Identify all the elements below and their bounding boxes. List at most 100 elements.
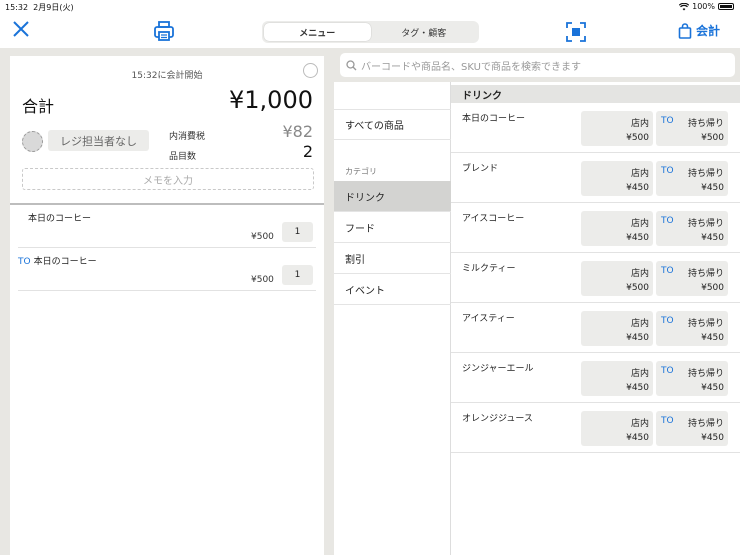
takeout-price: ¥450	[701, 433, 724, 443]
dine-in-button[interactable]: 店内 ¥450	[581, 161, 653, 196]
product-row: ジンジャーエール 店内 ¥450 TO 持ち帰り ¥450	[451, 353, 740, 403]
product-name: アイスコーヒー	[462, 214, 525, 224]
dine-in-label: 店内	[630, 119, 649, 129]
dine-in-button[interactable]: 店内 ¥450	[581, 361, 653, 396]
category-all[interactable]: すべての商品	[334, 109, 451, 140]
view-segmented-control: メニュー タグ・顧客	[262, 21, 479, 43]
takeout-label: 持ち帰り	[687, 119, 724, 129]
category-item[interactable]: ドリンク	[334, 181, 451, 212]
takeout-button[interactable]: TO 持ち帰り ¥500	[656, 111, 728, 146]
order-start-time: 15:32に会計開始	[131, 71, 203, 81]
takeout-button[interactable]: TO 持ち帰り ¥450	[656, 411, 728, 446]
dine-in-button[interactable]: 店内 ¥500	[581, 111, 653, 146]
search-placeholder: バーコードや商品名、SKUで商品を検索できます	[361, 61, 581, 73]
tax-label: 内消費税	[169, 132, 206, 142]
dine-in-button[interactable]: 店内 ¥450	[581, 411, 653, 446]
line-item-name: 本日のコーヒー	[28, 214, 92, 224]
product-row: アイスコーヒー 店内 ¥450 TO 持ち帰り ¥450	[451, 203, 740, 253]
category-item[interactable]: イベント	[334, 274, 451, 305]
line-item-name: TO 本日のコーヒー	[18, 257, 97, 267]
takeout-tag: TO	[661, 266, 674, 276]
order-select-radio[interactable]	[303, 63, 318, 78]
nav-bar: メニュー タグ・顧客 会計	[0, 14, 740, 48]
order-line-item[interactable]: 本日のコーヒー ¥500 1	[18, 205, 316, 248]
bag-icon	[678, 22, 692, 39]
takeout-tag: TO	[661, 116, 674, 126]
dine-in-label: 店内	[630, 419, 649, 429]
product-section-header: ドリンク	[451, 85, 740, 103]
takeout-button[interactable]: TO 持ち帰り ¥450	[656, 361, 728, 396]
status-time: 15:32 2月9日(火)	[5, 3, 74, 12]
takeout-tag: TO	[18, 257, 31, 267]
status-bar: 15:32 2月9日(火) 100%	[0, 0, 740, 14]
category-item[interactable]: 割引	[334, 243, 451, 274]
category-sidebar: すべての商品 カテゴリ ドリンク フード 割引 イベント	[334, 82, 451, 555]
product-row: ブレンド 店内 ¥450 TO 持ち帰り ¥450	[451, 153, 740, 203]
takeout-price: ¥450	[701, 383, 724, 393]
dine-in-button[interactable]: 店内 ¥500	[581, 261, 653, 296]
dine-in-price: ¥450	[626, 233, 649, 243]
product-name: ジンジャーエール	[462, 364, 534, 374]
takeout-label: 持ち帰り	[687, 319, 724, 329]
line-item-price: ¥500	[251, 232, 274, 242]
takeout-price: ¥450	[701, 183, 724, 193]
line-item-price: ¥500	[251, 275, 274, 285]
line-item-quantity[interactable]: 1	[282, 222, 313, 242]
category-item[interactable]: フード	[334, 212, 451, 243]
product-row: アイスティー 店内 ¥450 TO 持ち帰り ¥450	[451, 303, 740, 353]
product-row: ミルクティー 店内 ¥500 TO 持ち帰り ¥500	[451, 253, 740, 303]
takeout-button[interactable]: TO 持ち帰り ¥500	[656, 261, 728, 296]
search-icon	[346, 59, 357, 70]
dine-in-button[interactable]: 店内 ¥450	[581, 211, 653, 246]
battery-percent: 100%	[692, 2, 715, 11]
takeout-button[interactable]: TO 持ち帰り ¥450	[656, 211, 728, 246]
takeout-price: ¥450	[701, 333, 724, 343]
checkout-button[interactable]: 会計	[678, 22, 720, 39]
takeout-tag: TO	[661, 166, 674, 176]
total-label: 合計	[22, 97, 55, 116]
dine-in-price: ¥450	[626, 383, 649, 393]
dine-in-price: ¥500	[626, 133, 649, 143]
segment-menu[interactable]: メニュー	[264, 23, 371, 41]
dine-in-price: ¥450	[626, 333, 649, 343]
product-name: ミルクティー	[462, 264, 516, 274]
dine-in-label: 店内	[630, 319, 649, 329]
dine-in-price: ¥450	[626, 183, 649, 193]
total-value: ¥1,000	[229, 86, 313, 114]
takeout-tag: TO	[661, 216, 674, 226]
takeout-tag: TO	[661, 366, 674, 376]
dine-in-label: 店内	[630, 219, 649, 229]
status-right: 100%	[679, 2, 734, 11]
product-row: 本日のコーヒー 店内 ¥500 TO 持ち帰り ¥500	[451, 103, 740, 153]
segment-tags-customers[interactable]: タグ・顧客	[371, 23, 478, 41]
product-name: 本日のコーヒー	[462, 114, 526, 124]
takeout-price: ¥450	[701, 233, 724, 243]
dine-in-button[interactable]: 店内 ¥450	[581, 311, 653, 346]
takeout-button[interactable]: TO 持ち帰り ¥450	[656, 311, 728, 346]
dine-in-label: 店内	[630, 269, 649, 279]
product-name: アイスティー	[462, 314, 515, 324]
takeout-label: 持ち帰り	[687, 169, 724, 179]
product-name: ブレンド	[462, 164, 499, 174]
wifi-icon	[679, 2, 690, 10]
takeout-button[interactable]: TO 持ち帰り ¥450	[656, 161, 728, 196]
order-card: 15:32に会計開始 合計 ¥1,000 レジ担当者なし 内消費税 ¥82 品目…	[10, 56, 324, 555]
takeout-label: 持ち帰り	[687, 419, 724, 429]
takeout-tag: TO	[661, 416, 674, 426]
takeout-tag: TO	[661, 316, 674, 326]
staff-button[interactable]: レジ担当者なし	[48, 130, 149, 151]
dine-in-label: 店内	[630, 169, 649, 179]
printer-icon[interactable]	[152, 19, 176, 43]
takeout-label: 持ち帰り	[687, 369, 724, 379]
search-input[interactable]: バーコードや商品名、SKUで商品を検索できます	[340, 53, 735, 77]
scan-icon[interactable]	[565, 21, 587, 43]
dine-in-price: ¥450	[626, 433, 649, 443]
line-item-quantity[interactable]: 1	[282, 265, 313, 285]
staff-avatar[interactable]	[22, 131, 43, 152]
takeout-label: 持ち帰り	[687, 269, 724, 279]
close-icon[interactable]	[11, 19, 31, 39]
memo-input[interactable]: メモを入力	[22, 168, 314, 190]
order-line-item[interactable]: TO 本日のコーヒー ¥500 1	[18, 248, 316, 291]
dine-in-price: ¥500	[626, 283, 649, 293]
item-count-value: 2	[302, 142, 313, 161]
